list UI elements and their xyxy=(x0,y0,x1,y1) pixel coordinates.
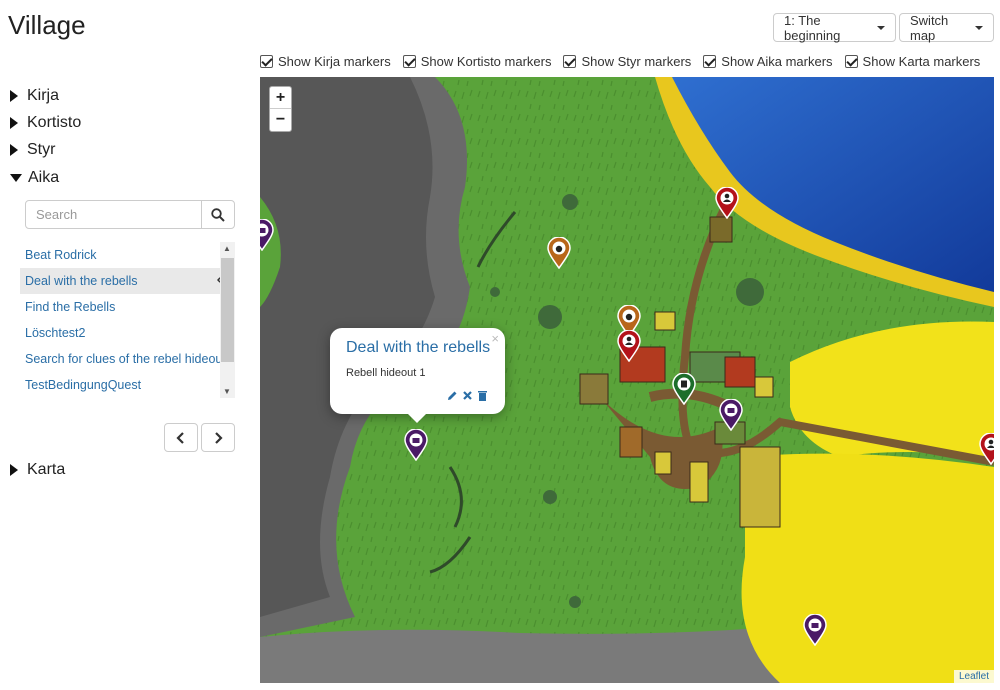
list-item[interactable]: Löschtest2 xyxy=(20,320,235,346)
caret-down-icon xyxy=(975,25,983,30)
scroll-down-icon[interactable]: ▼ xyxy=(223,387,231,396)
checkbox-checked-icon[interactable] xyxy=(703,54,717,68)
checkbox-checked-icon[interactable] xyxy=(844,54,858,68)
toggle-label: Show Karta markers xyxy=(862,53,981,69)
category-label: Kirja xyxy=(27,87,60,104)
caret-down-icon xyxy=(10,174,22,182)
quest-label: Beat Rodrick xyxy=(25,248,97,262)
toggle-styr-markers[interactable]: Show Styr markers xyxy=(563,53,691,69)
popup-description: Rebell hideout 1 xyxy=(346,367,426,379)
category-aika[interactable]: Aika xyxy=(10,169,59,187)
next-page-button[interactable] xyxy=(201,423,235,452)
marker-popup: × Deal with the rebells Rebell hideout 1 xyxy=(330,328,505,423)
page-title: Village xyxy=(8,10,86,40)
category-label: Kortisto xyxy=(27,114,82,131)
toggle-aika-markers[interactable]: Show Aika markers xyxy=(703,53,833,69)
caret-right-icon xyxy=(10,464,18,476)
list-item[interactable]: Search for clues of the rebel hideout xyxy=(20,346,235,372)
zoom-in-button[interactable]: + xyxy=(270,87,291,109)
category-kirja[interactable]: Kirja xyxy=(10,87,59,105)
marker-toggles: Show Kirja markers Show Kortisto markers… xyxy=(260,53,992,69)
toggle-label: Show Kirja markers xyxy=(278,53,391,69)
list-item[interactable]: Beat Rodrick xyxy=(20,242,235,268)
checkbox-checked-icon[interactable] xyxy=(402,54,416,68)
category-label: Karta xyxy=(27,461,66,478)
caret-right-icon xyxy=(10,90,18,102)
quest-search xyxy=(25,200,235,229)
close-icon[interactable]: × xyxy=(491,331,499,346)
toggle-label: Show Aika markers xyxy=(721,53,833,69)
zoom-control: + − xyxy=(269,86,292,132)
search-input[interactable] xyxy=(25,200,202,229)
quest-label: TestBedingungQuest xyxy=(25,378,142,392)
list-item[interactable]: Deal with the rebells xyxy=(20,268,235,294)
person-marker-icon[interactable] xyxy=(617,330,641,362)
quest-list: Beat Rodrick Deal with the rebells Find … xyxy=(20,242,235,398)
toggle-label: Show Styr markers xyxy=(581,53,692,69)
scroll-up-icon[interactable]: ▲ xyxy=(223,244,231,253)
chevron-left-icon xyxy=(176,431,184,444)
list-item[interactable]: TestBedingungQuest xyxy=(20,372,235,398)
quest-label: Find the Rebells xyxy=(25,300,116,314)
switch-map-label: Switch map xyxy=(910,12,949,43)
scrollbar-thumb[interactable] xyxy=(221,258,234,362)
prev-page-button[interactable] xyxy=(164,423,198,452)
map-view[interactable]: + − × Deal with the rebells Rebell hideo… xyxy=(260,77,994,683)
item-marker-icon[interactable] xyxy=(547,237,571,269)
move-icon[interactable] xyxy=(462,390,473,401)
quest-label: Löschtest2 xyxy=(25,326,86,340)
category-label: Aika xyxy=(28,169,60,186)
category-kortisto[interactable]: Kortisto xyxy=(10,114,81,132)
search-button[interactable] xyxy=(201,200,235,229)
toggle-label: Show Kortisto markers xyxy=(420,53,552,69)
quest-list-scrollbar[interactable]: ▲ ▼ xyxy=(220,242,235,398)
category-label: Styr xyxy=(27,141,56,158)
quest-marker-icon[interactable] xyxy=(260,219,274,251)
toggle-karta-markers[interactable]: Show Karta markers xyxy=(844,53,981,69)
category-karta[interactable]: Karta xyxy=(10,461,65,479)
list-item[interactable]: Find the Rebells xyxy=(20,294,235,320)
quest-marker-icon[interactable] xyxy=(404,429,428,461)
category-styr[interactable]: Styr xyxy=(10,141,55,159)
popup-title[interactable]: Deal with the rebells xyxy=(346,339,490,357)
switch-map-button[interactable]: Switch map xyxy=(899,12,994,43)
person-marker-icon[interactable] xyxy=(979,433,994,465)
trash-icon[interactable] xyxy=(477,390,488,401)
toggle-kirja-markers[interactable]: Show Kirja markers xyxy=(260,53,391,69)
toggle-kortisto-markers[interactable]: Show Kortisto markers xyxy=(402,53,552,69)
leaflet-attribution[interactable]: Leaflet xyxy=(953,670,994,683)
quest-label: Deal with the rebells xyxy=(25,274,138,288)
quest-label: Search for clues of the rebel hideout xyxy=(25,352,226,366)
note-marker-icon[interactable] xyxy=(672,373,696,405)
chevron-right-icon xyxy=(215,431,223,444)
quest-marker-icon[interactable] xyxy=(719,399,743,431)
caret-right-icon xyxy=(10,144,18,156)
chapter-dropdown[interactable]: 1: The beginning xyxy=(773,12,896,43)
zoom-out-button[interactable]: − xyxy=(270,109,291,131)
checkbox-checked-icon[interactable] xyxy=(563,54,577,68)
caret-down-icon xyxy=(877,25,885,30)
chapter-dropdown-label: 1: The beginning xyxy=(784,12,841,43)
caret-right-icon xyxy=(10,117,18,129)
pencil-icon[interactable] xyxy=(447,390,458,401)
person-marker-icon[interactable] xyxy=(715,187,739,219)
search-icon xyxy=(211,207,225,222)
checkbox-checked-icon[interactable] xyxy=(260,54,273,68)
quest-marker-icon[interactable] xyxy=(803,614,827,646)
